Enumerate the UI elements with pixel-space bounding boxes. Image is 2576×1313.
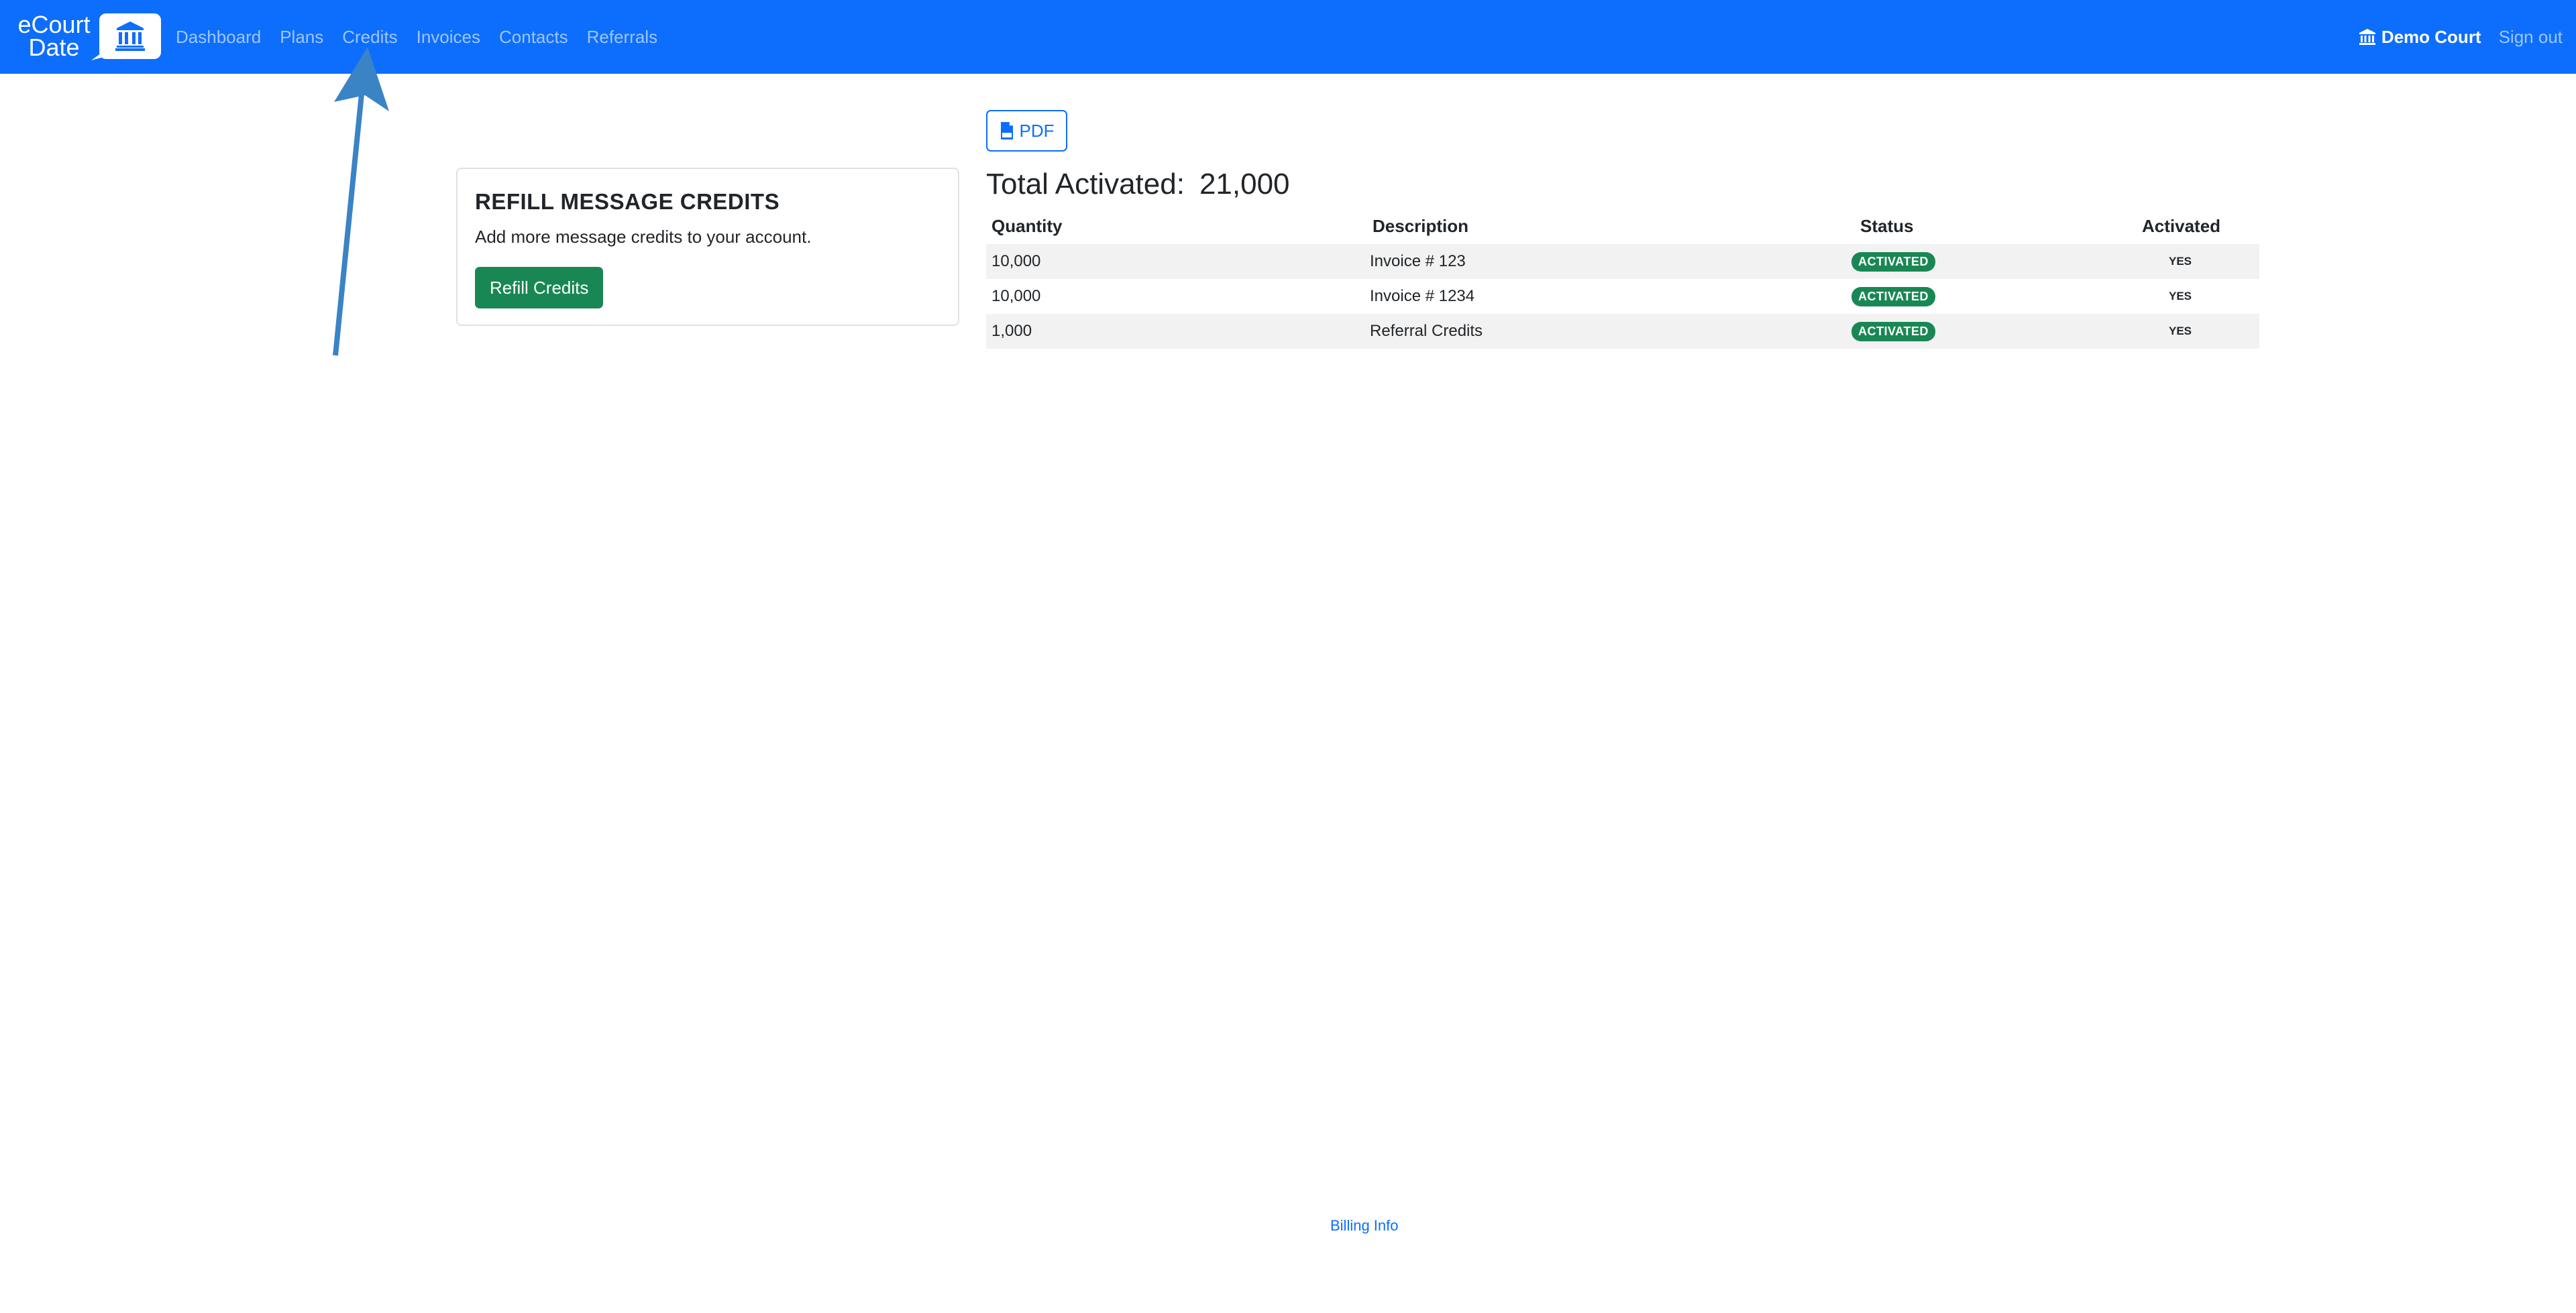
bank-icon	[2359, 29, 2375, 45]
cell-description: Invoice # 1234	[1370, 287, 1475, 305]
total-activated: Total Activated: 21,000	[986, 168, 1290, 201]
table-row: 10,000 Invoice # 1234 ACTIVATED YES	[986, 279, 2259, 314]
brand-logo[interactable]: eCourt Date	[12, 11, 161, 61]
header-activated: Activated	[2142, 216, 2221, 236]
cell-activated: YES	[2169, 325, 2192, 337]
brand-text: eCourt Date	[12, 11, 96, 61]
brand-line-2: Date	[28, 34, 80, 61]
card-text: Add more message credits to your account…	[475, 227, 812, 247]
signout-link[interactable]: Sign out	[2499, 27, 2563, 48]
cell-status: ACTIVATED	[1851, 244, 1935, 279]
table-row: 10,000 Invoice # 123 ACTIVATED YES	[986, 244, 2259, 279]
status-badge: ACTIVATED	[1851, 251, 1935, 272]
header-quantity: Quantity	[991, 216, 1063, 236]
total-label: Total Activated:	[986, 168, 1185, 201]
nav-dashboard[interactable]: Dashboard	[166, 27, 270, 48]
court-menu[interactable]: Demo Court	[2359, 27, 2481, 48]
pdf-button-label: PDF	[1019, 120, 1055, 141]
billing-info-link[interactable]: Billing Info	[1330, 1217, 1399, 1235]
refill-credits-card: REFILL MESSAGE CREDITS Add more message …	[456, 168, 959, 326]
cell-description: Referral Credits	[1370, 322, 1483, 340]
cell-quantity: 10,000	[991, 252, 1041, 270]
cell-description: Invoice # 123	[1370, 252, 1466, 270]
court-name: Demo Court	[2381, 26, 2481, 47]
nav-right: Demo Court Sign out	[2359, 0, 2563, 74]
cell-status: ACTIVATED	[1851, 314, 1935, 349]
brand-line-1: eCourt	[17, 11, 91, 38]
pdf-button[interactable]: PDF	[986, 110, 1067, 152]
refill-credits-button[interactable]: Refill Credits	[475, 267, 604, 308]
arrow-up-icon	[333, 47, 389, 356]
header-status: Status	[1860, 216, 1914, 236]
nav-referrals[interactable]: Referrals	[578, 27, 667, 48]
cell-activated: YES	[2169, 255, 2192, 268]
cell-status: ACTIVATED	[1851, 279, 1935, 314]
status-badge: ACTIVATED	[1851, 321, 1935, 341]
nav-invoices[interactable]: Invoices	[407, 27, 490, 48]
table-header: Quantity Description Status Activated	[986, 213, 2259, 244]
table-row: 1,000 Referral Credits ACTIVATED YES	[986, 314, 2259, 349]
courthouse-icon	[99, 13, 161, 59]
cell-activated: YES	[2169, 290, 2192, 302]
card-title: REFILL MESSAGE CREDITS	[475, 189, 780, 214]
nav-credits[interactable]: Credits	[333, 27, 407, 48]
header-description: Description	[1373, 216, 1469, 236]
total-value: 21,000	[1199, 168, 1290, 201]
cell-quantity: 1,000	[991, 322, 1032, 340]
main-nav: Dashboard Plans Credits Invoices Contact…	[166, 0, 667, 74]
cell-quantity: 10,000	[991, 287, 1041, 305]
file-pdf-icon	[1000, 122, 1013, 139]
nav-plans[interactable]: Plans	[270, 27, 333, 48]
credits-table: Quantity Description Status Activated 10…	[986, 213, 2259, 349]
nav-contacts[interactable]: Contacts	[490, 27, 578, 48]
status-badge: ACTIVATED	[1851, 286, 1935, 306]
